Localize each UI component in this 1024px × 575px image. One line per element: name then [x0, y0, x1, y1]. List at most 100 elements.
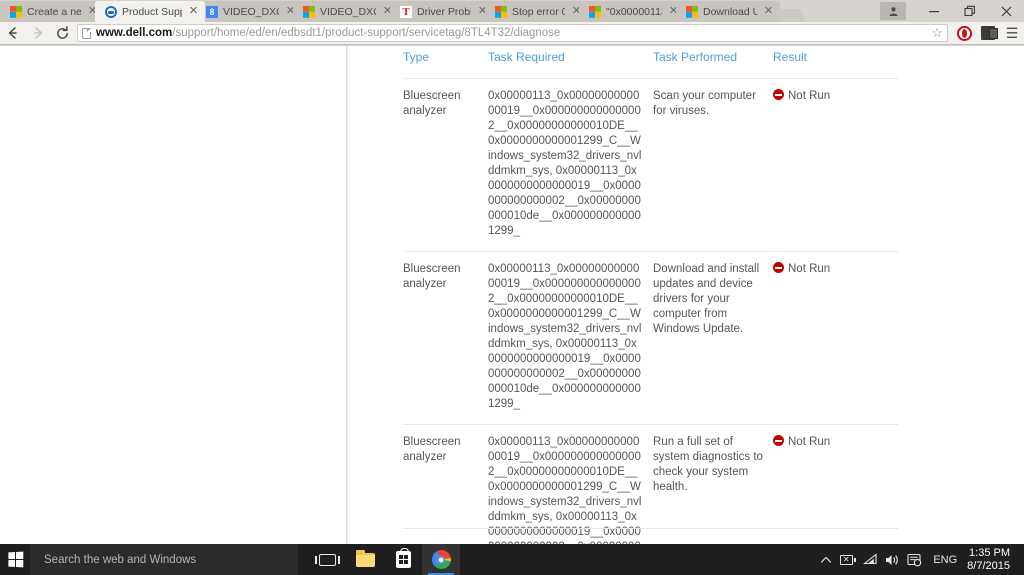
browser-toolbar: www.dell.com/support/home/ed/en/edbsdt1/… — [0, 22, 1024, 45]
not-run-icon — [773, 89, 784, 100]
volume-icon — [886, 554, 899, 565]
microsoft-icon — [686, 5, 698, 18]
column-header-type[interactable]: Type — [403, 46, 488, 79]
browser-tab-3[interactable]: 8 VIDEO_DXGKRN ✕ — [196, 1, 302, 22]
browser-tab-7[interactable]: "0x00000113" St ✕ — [579, 1, 685, 22]
url-text: www.dell.com/support/home/ed/en/edbsdt1/… — [96, 27, 560, 39]
back-button[interactable] — [0, 22, 25, 45]
url-domain: www.dell.com — [96, 27, 173, 39]
column-header-task-required[interactable]: Task Required — [488, 46, 653, 79]
column-header-task-performed[interactable]: Task Performed — [653, 46, 773, 79]
tab-title: Driver Problem- — [417, 5, 471, 18]
task-view-icon — [314, 553, 340, 566]
task-view-button[interactable] — [308, 544, 346, 575]
file-explorer-button[interactable] — [346, 544, 384, 575]
chrome-icon — [431, 550, 451, 569]
tab-strip: Create a new qu ✕ Product Support ✕ 8 VI… — [0, 0, 1024, 22]
cell-task-performed: Run a full set of system diagnostics to … — [653, 424, 773, 544]
new-tab-button[interactable] — [774, 9, 806, 22]
browser-tab-2-active[interactable]: Product Support ✕ — [95, 1, 205, 22]
search-input[interactable]: Search the web and Windows — [30, 544, 298, 575]
url-path: /support/home/ed/en/edbsdt1/product-supp… — [172, 27, 561, 39]
person-icon — [889, 6, 897, 16]
show-hidden-icons-button[interactable] — [815, 544, 837, 575]
close-window-button[interactable] — [988, 0, 1024, 22]
chrome-menu-button[interactable]: ☰ — [1000, 22, 1024, 45]
tab-title: Product Support — [122, 5, 182, 18]
windows-taskbar: Search the web and Windows ✕ ENG 1:35 PM… — [0, 544, 1024, 575]
microsoft-icon — [495, 5, 507, 18]
restore-icon — [964, 5, 975, 17]
opera-extension-button[interactable] — [952, 22, 976, 45]
opera-extension-icon — [956, 25, 972, 41]
status-badge: Not Run — [788, 263, 831, 275]
hamburger-menu-icon: ☰ — [1005, 25, 1019, 41]
tab-title: Create a new qu — [27, 5, 81, 18]
microsoft-icon — [10, 5, 22, 18]
close-icon — [1001, 6, 1011, 16]
extension-icon — [981, 26, 998, 40]
language-indicator[interactable]: ENG — [925, 554, 965, 566]
cell-result: Not Run — [773, 424, 898, 544]
diagnostics-content: Type Task Required Task Performed Result… — [348, 46, 1024, 544]
microsoft-icon — [589, 5, 601, 18]
table-row: Bluescreen analyzer 0x00000113_0x0000000… — [403, 251, 898, 425]
diagnostics-table: Type Task Required Task Performed Result… — [403, 46, 898, 544]
restore-button[interactable] — [952, 0, 988, 22]
volume-button[interactable] — [881, 544, 903, 575]
clock[interactable]: 1:35 PM 8/7/2015 — [965, 547, 1016, 573]
tenforums-icon: T — [400, 5, 412, 18]
battery-not-detected-icon: ✕ — [840, 554, 857, 565]
browser-tab-4[interactable]: VIDEO_DXGKRN ✕ — [293, 1, 399, 22]
battery-button[interactable]: ✕ — [837, 544, 859, 575]
store-button[interactable] — [384, 544, 422, 575]
close-icon[interactable]: ✕ — [763, 6, 774, 17]
cell-task-performed: Scan your computer for viruses. — [653, 78, 773, 252]
close-icon[interactable]: ✕ — [188, 6, 199, 17]
tab-title: Download Upda — [703, 5, 757, 18]
cell-task-required: 0x00000113_0x0000000000000019__0x0000000… — [488, 78, 653, 252]
page-viewport: Type Task Required Task Performed Result… — [0, 46, 1024, 544]
network-button[interactable] — [859, 544, 881, 575]
search-placeholder: Search the web and Windows — [44, 553, 197, 566]
browser-tab-1[interactable]: Create a new qu ✕ — [0, 1, 104, 22]
arrow-left-icon — [8, 27, 17, 39]
minimize-icon — [929, 11, 939, 13]
column-header-result[interactable]: Result — [773, 46, 898, 79]
window-controls — [880, 0, 1024, 22]
cell-task-performed: Download and install updates and device … — [653, 251, 773, 425]
cell-result: Not Run — [773, 78, 898, 252]
cell-task-required: 0x00000113_0x0000000000000019__0x0000000… — [488, 251, 653, 425]
browser-tab-8[interactable]: Download Upda ✕ — [676, 1, 780, 22]
start-button[interactable] — [0, 544, 30, 575]
address-bar[interactable]: www.dell.com/support/home/ed/en/edbsdt1/… — [77, 24, 948, 42]
google-icon: 8 — [206, 5, 218, 18]
wifi-icon — [863, 553, 877, 565]
reload-button[interactable] — [50, 22, 75, 45]
store-icon — [395, 548, 411, 568]
table-header-row: Type Task Required Task Performed Result — [403, 46, 898, 79]
chevron-up-icon — [821, 556, 832, 563]
taskbar-pinned-apps — [308, 544, 460, 575]
system-tray: ✕ ENG 1:35 PM 8/7/2015 — [815, 544, 1024, 575]
page-document-icon — [82, 27, 91, 39]
dell-icon — [105, 5, 117, 18]
browser-tab-6[interactable]: Stop error 0x113 ✕ — [485, 1, 588, 22]
table-row: Bluescreen analyzer 0x00000113_0x0000000… — [403, 78, 898, 252]
cell-type: Bluescreen analyzer — [403, 424, 488, 544]
cell-type: Bluescreen analyzer — [403, 251, 488, 425]
extension-button[interactable] — [976, 22, 1000, 45]
chrome-button[interactable] — [422, 544, 460, 575]
tab-title: VIDEO_DXGKRN — [223, 5, 279, 18]
cell-task-required: 0x00000113_0x0000000000000019__0x0000000… — [488, 424, 653, 544]
status-badge: Not Run — [788, 90, 831, 102]
action-center-button[interactable] — [903, 544, 925, 575]
forward-button[interactable] — [25, 22, 50, 45]
minimize-button[interactable] — [916, 0, 952, 22]
clock-time: 1:35 PM — [969, 546, 1010, 559]
browser-tab-5[interactable]: T Driver Problem- ✕ — [390, 1, 494, 22]
bookmark-star-icon[interactable]: ☆ — [931, 25, 943, 41]
user-profile-button[interactable] — [880, 2, 906, 20]
arrow-right-icon — [33, 27, 42, 39]
tab-title: Stop error 0x113 — [512, 5, 565, 18]
